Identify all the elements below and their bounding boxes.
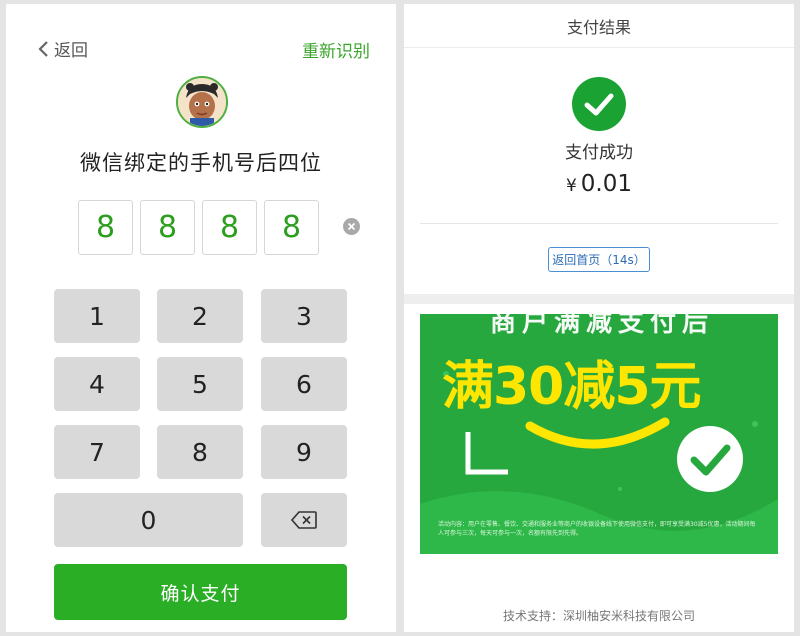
promo-headline-main: 满30减5元 — [442, 357, 702, 417]
return-home-button[interactable]: 返回首页（14s） — [548, 247, 650, 272]
delete-key[interactable] — [261, 493, 347, 547]
promo-banner[interactable]: 商户满减支付后 满30减5元 活动内容：用户在零售、餐饮、交通和服务业等商户的收… — [420, 314, 778, 554]
digit-box[interactable]: 8 — [78, 200, 133, 255]
status-text: 支付成功 — [565, 143, 633, 163]
avatar — [176, 76, 228, 128]
key-0[interactable]: 0 — [54, 493, 243, 547]
code-input[interactable]: 8 8 8 8 — [78, 200, 319, 255]
promo-headline-top: 商户满减支付后 — [490, 314, 715, 338]
key-1[interactable]: 1 — [54, 289, 140, 343]
key-5[interactable]: 5 — [157, 357, 243, 411]
reidentify-link[interactable]: 重新识别 — [302, 37, 370, 62]
checkmark-circle-icon — [572, 77, 626, 131]
avatar-image — [178, 78, 226, 126]
key-7[interactable]: 7 — [54, 425, 140, 479]
payment-result-screen: 支付结果 支付成功 ¥0.01 返回首页（14s） 商户满减支付后 满30减5元… — [404, 4, 794, 632]
verification-screen: 返回 重新识别 微信绑定的手机号后四位 8 8 8 8 1 2 3 4 5 6 … — [6, 4, 396, 632]
header-title: 支付结果 — [404, 4, 794, 48]
footer-credit: 技术支持：深圳柚安米科技有限公司 — [502, 609, 695, 623]
backspace-icon — [290, 511, 317, 529]
key-6[interactable]: 6 — [261, 357, 347, 411]
key-3[interactable]: 3 — [261, 289, 347, 343]
confirm-pay-button[interactable]: 确认支付 — [54, 564, 347, 620]
key-2[interactable]: 2 — [157, 289, 243, 343]
digit-box[interactable]: 8 — [264, 200, 319, 255]
chevron-left-icon — [38, 40, 48, 57]
amount: ¥0.01 — [404, 171, 794, 197]
digit-box[interactable]: 8 — [202, 200, 257, 255]
section-separator — [404, 294, 794, 304]
promo-fine-print: 活动内容：用户在零售、餐饮、交通和服务业等商户的收银设备线下使用微信支付，即可享… — [438, 521, 756, 537]
divider — [420, 223, 778, 224]
key-8[interactable]: 8 — [157, 425, 243, 479]
amount-value: 0.01 — [580, 171, 633, 197]
back-button[interactable]: 返回 — [36, 36, 88, 61]
clear-input-icon[interactable] — [343, 218, 360, 235]
currency-symbol: ¥ — [565, 176, 577, 196]
digit-box[interactable]: 8 — [140, 200, 195, 255]
back-label: 返回 — [54, 41, 88, 61]
page-title: 微信绑定的手机号后四位 — [80, 151, 322, 175]
key-9[interactable]: 9 — [261, 425, 347, 479]
key-4[interactable]: 4 — [54, 357, 140, 411]
